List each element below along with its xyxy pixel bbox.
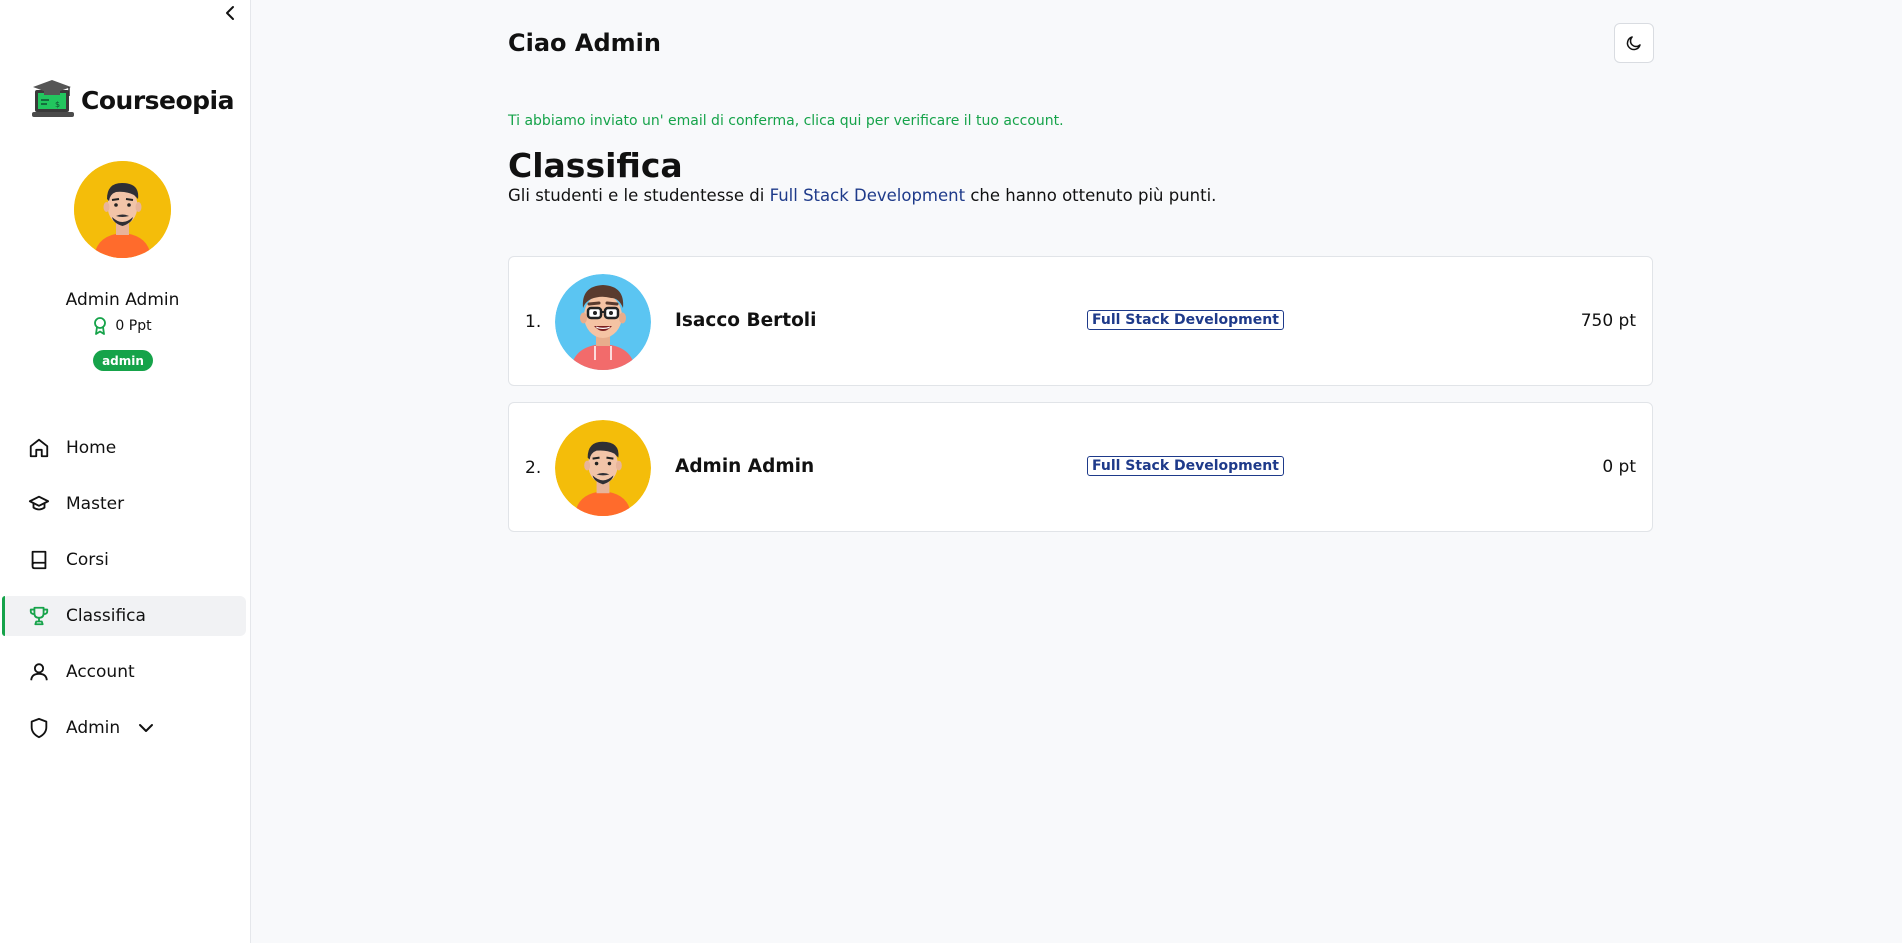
profile-points: 0 Ppt [0,317,245,335]
sidebar-item-classifica[interactable]: Classifica [2,596,246,636]
avatar [555,420,651,516]
student-points: 750 pt [1580,311,1636,331]
sidebar-item-home[interactable]: Home [2,428,246,468]
award-icon [94,317,107,335]
avatar [555,274,651,370]
student-points: 0 pt [1602,457,1636,477]
course-tag: Full Stack Development [1087,310,1284,330]
home-icon [28,437,50,459]
sidebar-item-corsi[interactable]: Corsi [2,540,246,580]
collapse-sidebar-button[interactable] [220,2,240,24]
user-icon [28,661,50,683]
profile-points-value: 0 Ppt [115,318,152,334]
sidebar-nav: Home Master Corsi Classifica Account Adm… [0,428,251,764]
subtitle-prefix: Gli studenti e le studentesse di [508,186,770,205]
sidebar-item-label: Admin [66,718,121,738]
course-link[interactable]: Full Stack Development [770,186,965,205]
email-confirmation-notice[interactable]: Ti abbiamo inviato un' email di conferma… [508,113,1064,129]
brand-name: Courseopia [81,85,235,115]
leaderboard-row: 2. Admin Admin Full Stack Development 0 … [508,402,1653,532]
sidebar-item-admin[interactable]: Admin [2,708,246,748]
sidebar-item-label: Corsi [66,550,109,570]
chevron-down-icon[interactable] [138,723,154,733]
student-name: Admin Admin [675,456,815,477]
book-icon [28,549,50,571]
theme-toggle-button[interactable] [1614,23,1654,63]
page-title: Classifica [508,146,683,185]
leaderboard-row: 1. Isacco Bertoli Full Stack Development… [508,256,1653,386]
leaderboard: 1. Isacco Bertoli Full Stack Development… [508,256,1653,548]
trophy-icon [28,605,50,627]
moon-icon [1626,36,1641,51]
rank: 2. [525,458,542,478]
user-avatar-illustration [555,274,651,370]
sidebar-item-label: Account [66,662,135,682]
sidebar: $ Courseopia Admin Admin 0 Ppt admin Hom… [0,0,251,943]
svg-text:$: $ [55,100,60,109]
page-subtitle: Gli studenti e le studentesse di Full St… [508,186,1216,205]
sidebar-item-label: Classifica [66,606,146,626]
shield-icon [28,717,50,739]
sidebar-item-master[interactable]: Master [2,484,246,524]
chevron-left-icon [226,6,234,20]
subtitle-suffix: che hanno ottenuto più punti. [965,186,1217,205]
laptop-graduation-icon: $ [32,80,74,117]
user-avatar-illustration [74,161,171,258]
role-badge: admin [93,350,153,371]
rank: 1. [525,312,542,332]
sidebar-item-account[interactable]: Account [2,652,246,692]
user-avatar-illustration [555,420,651,516]
sidebar-item-label: Home [66,438,117,458]
graduation-cap-icon [28,493,50,515]
student-name: Isacco Bertoli [675,310,817,331]
course-tag: Full Stack Development [1087,456,1284,476]
sidebar-item-label: Master [66,494,125,514]
avatar[interactable] [74,161,171,258]
greeting: Ciao Admin [508,29,661,57]
profile-name: Admin Admin [65,290,180,310]
brand-logo[interactable]: $ Courseopia [31,78,235,122]
